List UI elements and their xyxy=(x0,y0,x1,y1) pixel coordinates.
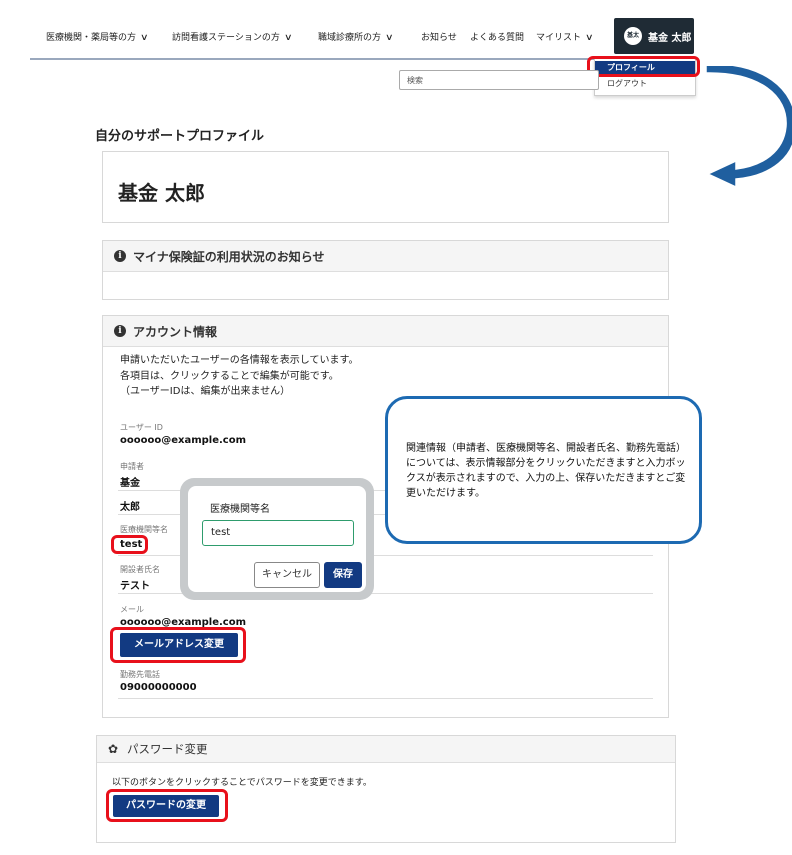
mail-label: メール xyxy=(120,605,144,614)
highlight-change-password xyxy=(106,789,228,822)
curved-arrow-icon xyxy=(705,66,792,188)
info-icon: i xyxy=(114,325,126,337)
institution-label: 医療機関等名 xyxy=(120,525,168,534)
nav-faq[interactable]: よくある質問 xyxy=(470,30,524,43)
nav-label: お知らせ xyxy=(421,33,457,43)
search-input[interactable]: 検索 xyxy=(399,70,599,90)
account-card-title: アカウント情報 xyxy=(133,325,218,339)
user-id-value: oooooo@example.com xyxy=(120,435,247,446)
info-icon: i xyxy=(114,250,126,262)
nav-news[interactable]: お知らせ xyxy=(421,30,457,43)
chevron-down-icon: ∨ xyxy=(385,33,394,43)
edit-popup-label: 医療機関等名 xyxy=(210,504,270,515)
gear-icon: ✿ xyxy=(108,742,119,756)
notice-card-title: マイナ保険証の利用状況のお知らせ xyxy=(133,250,325,264)
founder-label: 開設者氏名 xyxy=(120,565,160,574)
callout-text: 関連情報（申請者、医療機関等名、開設者氏名、勤務先電話）については、表示情報部分… xyxy=(406,443,686,499)
card-header: i マイナ保険証の利用状況のお知らせ xyxy=(103,241,668,272)
account-description-1: 申請いただいたユーザーの各情報を表示しています。 xyxy=(120,355,359,366)
founder-value[interactable]: テスト xyxy=(120,577,150,592)
highlight-change-email xyxy=(110,627,246,663)
nav-visiting-nursing[interactable]: 訪問看護ステーションの方 ∨ xyxy=(172,30,293,43)
institution-name-input[interactable]: test xyxy=(202,520,354,546)
highlight-institution xyxy=(111,535,148,554)
chevron-down-icon: ∨ xyxy=(283,33,293,43)
applicant-first-name[interactable]: 太郎 xyxy=(120,498,140,513)
card-header: ✿ パスワード変更 xyxy=(97,736,675,763)
avatar: 基太 xyxy=(624,27,642,45)
nav-label: よくある質問 xyxy=(470,33,525,43)
page-title: 自分のサポートプロファイル xyxy=(95,129,265,144)
notice-card: i マイナ保険証の利用状況のお知らせ xyxy=(102,240,669,300)
cancel-button[interactable]: キャンセル xyxy=(254,562,320,588)
user-menu-button[interactable]: 基太 基金 太郎 xyxy=(614,18,694,54)
divider xyxy=(118,698,653,699)
password-description: 以下のボタンをクリックすることでパスワードを変更できます。 xyxy=(112,778,372,788)
phone-value[interactable]: 09000000000 xyxy=(120,682,197,693)
chevron-down-icon: ∨ xyxy=(140,33,149,43)
edit-popup-frame: 医療機関等名 test キャンセル 保存 xyxy=(180,478,374,600)
applicant-last-name[interactable]: 基金 xyxy=(120,474,140,489)
save-button[interactable]: 保存 xyxy=(324,562,362,588)
applicant-label: 申請者 xyxy=(120,462,144,471)
user-id-label: ユーザー ID xyxy=(120,423,163,432)
user-name: 基金 太郎 xyxy=(648,33,692,44)
nav-medical-institutions[interactable]: 医療機関・薬局等の方 ∨ xyxy=(46,30,149,43)
phone-label: 勤務先電話 xyxy=(120,670,160,679)
nav-label: 医療機関・薬局等の方 xyxy=(46,33,137,43)
password-card-title: パスワード変更 xyxy=(127,742,208,756)
card-header: i アカウント情報 xyxy=(103,316,668,347)
edit-popup: 医療機関等名 test キャンセル 保存 xyxy=(188,486,366,592)
nav-label: 訪問看護ステーションの方 xyxy=(172,33,280,43)
nav-label: 職域診療所の方 xyxy=(318,33,382,43)
highlight-profile xyxy=(587,56,700,77)
display-name: 基金 太郎 xyxy=(118,181,205,205)
chevron-down-icon: ∨ xyxy=(585,33,594,43)
account-description-2: 各項目は、クリックすることで編集が可能です。 xyxy=(120,371,339,382)
nav-workplace-clinic[interactable]: 職域診療所の方 ∨ xyxy=(318,30,394,43)
nav-mylist[interactable]: マイリスト ∨ xyxy=(536,30,594,43)
dropdown-logout[interactable]: ログアウト xyxy=(595,77,695,91)
account-description-3: （ユーザーIDは、編集が出来ません） xyxy=(120,386,291,397)
explanation-callout: 関連情報（申請者、医療機関等名、開設者氏名、勤務先電話）については、表示情報部分… xyxy=(385,396,702,544)
nav-label: マイリスト xyxy=(536,33,582,43)
